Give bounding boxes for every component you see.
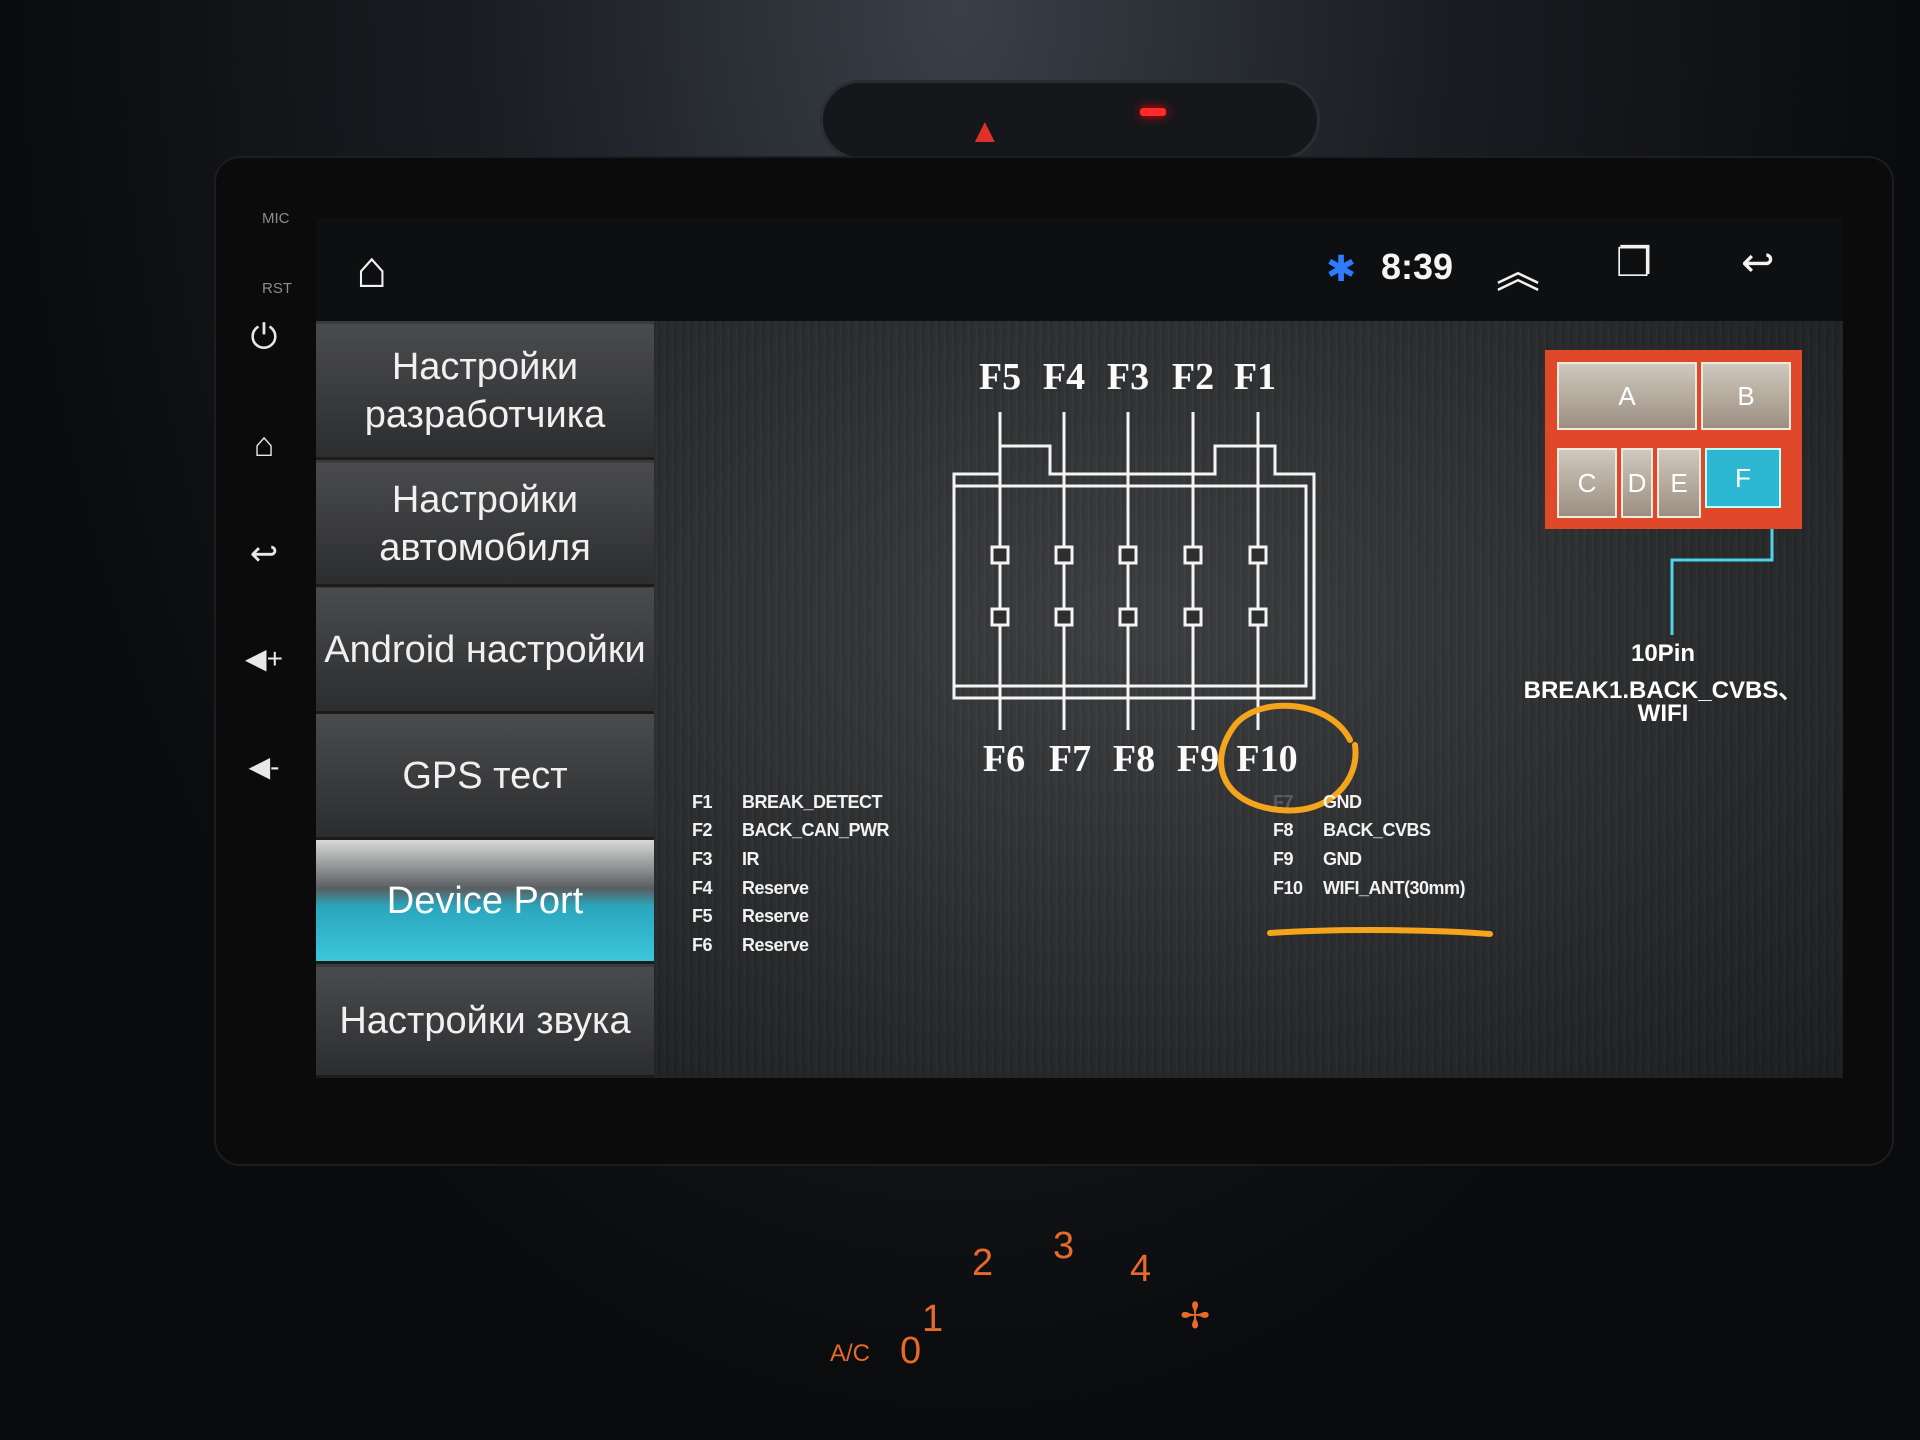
pin-label: F6	[982, 738, 1026, 780]
pin-pad	[990, 607, 1010, 627]
pin-id: F7	[1273, 792, 1294, 812]
pin-label: F5	[978, 356, 1022, 398]
pin-label: F7	[1048, 738, 1092, 780]
pin-pad	[1248, 545, 1268, 565]
slot-e[interactable]: E	[1657, 448, 1701, 518]
pin-signal: BREAK_DETECT	[742, 792, 883, 812]
connector-outline	[952, 444, 1316, 700]
pin-signal: Reserve	[742, 878, 809, 898]
pin-pad	[1248, 607, 1268, 627]
pin-pad	[1183, 545, 1203, 565]
pin-signal: BACK_CVBS	[1323, 820, 1431, 840]
pin-row: F9 GND	[1273, 849, 1362, 870]
connector-caption-3: WIFI	[1637, 700, 1689, 727]
pin-label: F3	[1106, 356, 1150, 398]
pin-pad	[990, 545, 1010, 565]
pin-id: F8	[1273, 820, 1294, 840]
pin-signal: GND	[1323, 792, 1362, 812]
pin-signal: WIFI_ANT(30mm)	[1323, 878, 1466, 898]
pin-row: F7 GND	[1273, 792, 1362, 813]
pin-row: F2 BACK_CAN_PWR	[692, 820, 890, 841]
annotation-underline	[1267, 927, 1493, 937]
pin-id: F4	[692, 878, 713, 898]
pin-pad	[1118, 545, 1138, 565]
pin-id: F6	[692, 935, 713, 955]
pin-pad	[1054, 545, 1074, 565]
pin-row: F5 Reserve	[692, 906, 809, 927]
pin-pad	[1118, 607, 1138, 627]
pin-row: F6 Reserve	[692, 935, 809, 956]
pin-id: F10	[1273, 878, 1303, 898]
pin-id: F5	[692, 906, 713, 926]
pin-pad	[1054, 607, 1074, 627]
connector-caption-1: 10Pin	[1630, 640, 1696, 667]
pin-id: F2	[692, 820, 713, 840]
pin-label: F9	[1176, 738, 1220, 780]
pin-label: F2	[1171, 356, 1215, 398]
pin-pad	[1183, 607, 1203, 627]
pin-row: F1 BREAK_DETECT	[692, 792, 883, 813]
pin-id: F3	[692, 849, 713, 869]
pin-label: F10	[1236, 738, 1298, 780]
slot-d[interactable]: D	[1621, 448, 1653, 518]
slot-f-selected[interactable]: F	[1705, 448, 1781, 508]
pin-label: F8	[1112, 738, 1156, 780]
pin-row: F8 BACK_CVBS	[1273, 820, 1431, 841]
pin-id: F1	[692, 792, 713, 812]
pin-signal: GND	[1323, 849, 1362, 869]
pin-signal: Reserve	[742, 906, 809, 926]
pin-row: F10 WIFI_ANT(30mm)	[1273, 878, 1466, 899]
pin-signal: IR	[742, 849, 760, 869]
pin-label: F1	[1233, 356, 1277, 398]
pin-id: F9	[1273, 849, 1294, 869]
pin-signal: Reserve	[742, 935, 809, 955]
pin-row: F3 IR	[692, 849, 760, 870]
pin-label: F4	[1042, 356, 1086, 398]
pin-signal: BACK_CAN_PWR	[742, 820, 890, 840]
pin-row: F4 Reserve	[692, 878, 809, 899]
connector-diagram	[952, 412, 1779, 937]
slot-b[interactable]: B	[1701, 362, 1791, 430]
connector-map: A B C D E F	[1545, 350, 1802, 529]
slot-a[interactable]: A	[1557, 362, 1697, 430]
slot-c[interactable]: C	[1557, 448, 1617, 518]
